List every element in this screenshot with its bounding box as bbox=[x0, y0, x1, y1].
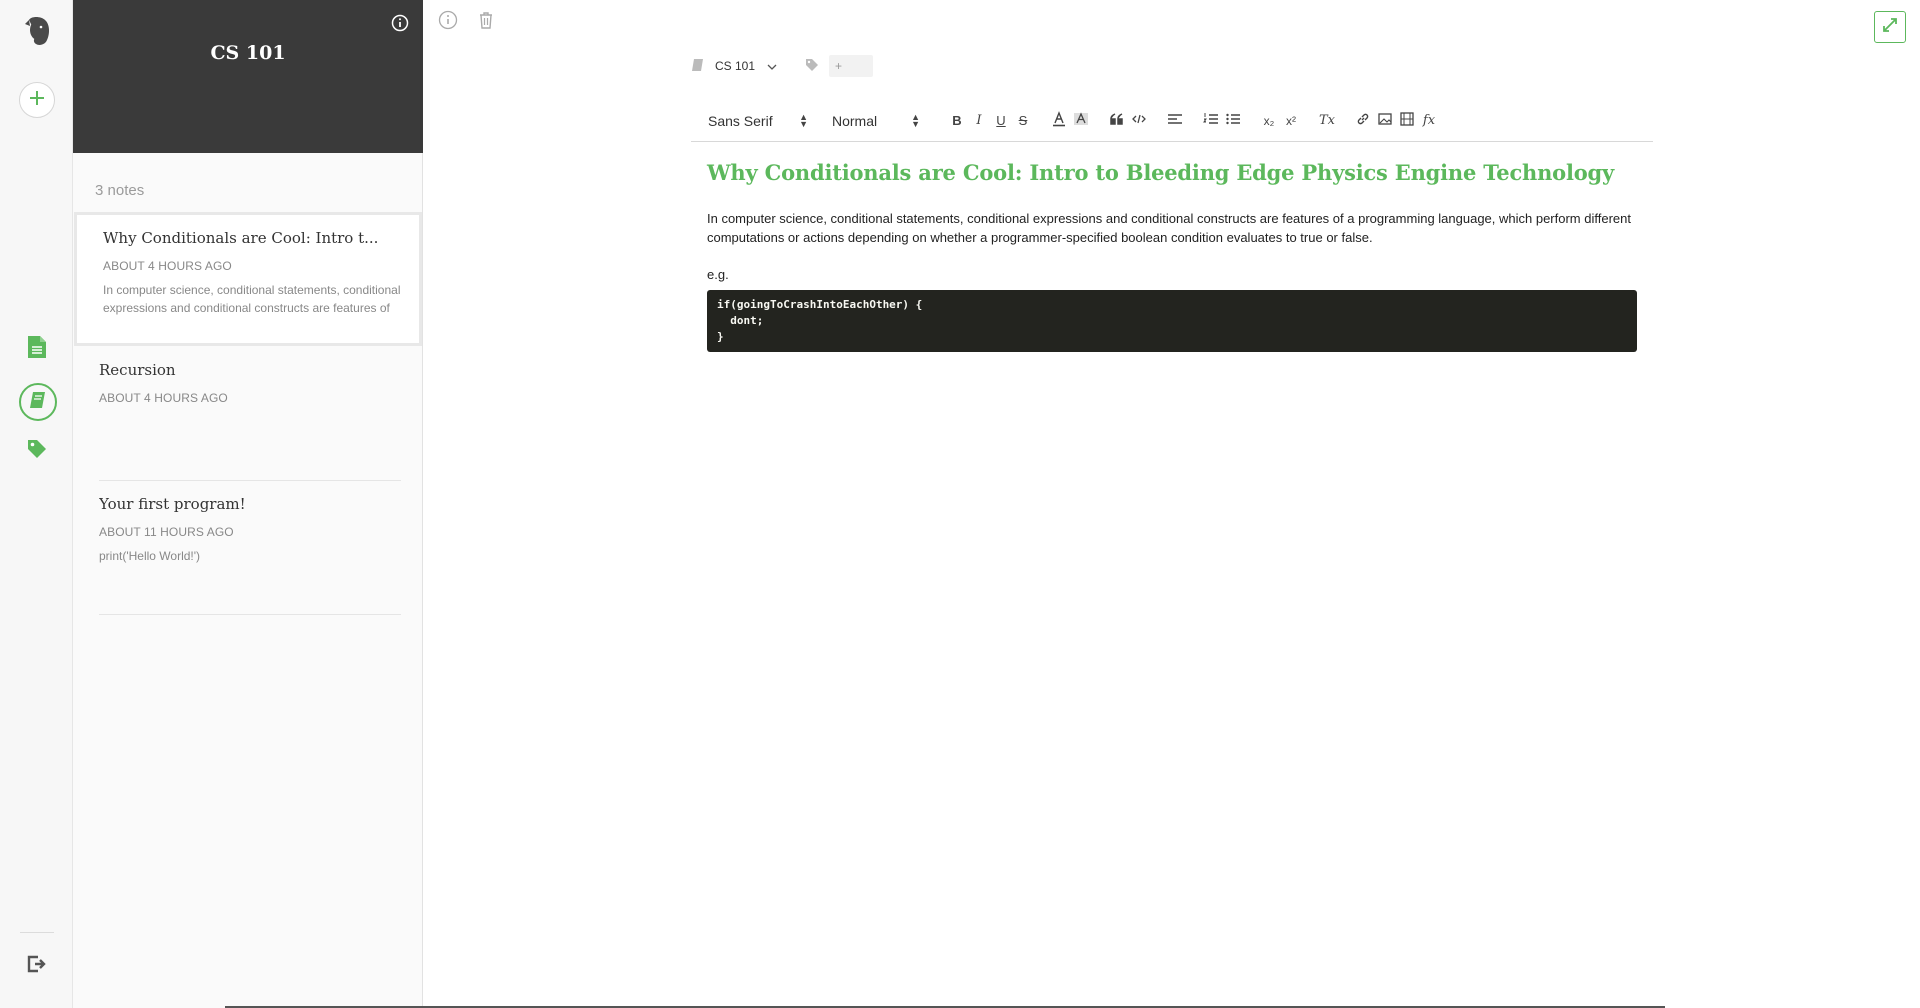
note-title: Your first program! bbox=[99, 495, 246, 513]
ordered-list-icon bbox=[1203, 112, 1219, 129]
delete-note-button[interactable] bbox=[476, 11, 496, 34]
background-color-button[interactable] bbox=[1070, 110, 1092, 132]
note-list-item[interactable]: Why Conditionals are Cool: Intro t... AB… bbox=[74, 212, 422, 346]
notebook-title: CS 101 bbox=[210, 42, 286, 64]
link-icon bbox=[1356, 112, 1370, 129]
note-heading: Why Conditionals are Cool: Intro to Blee… bbox=[707, 160, 1615, 185]
trash-icon bbox=[478, 11, 494, 34]
bullet-list-icon bbox=[1225, 112, 1241, 129]
add-tag-input[interactable]: + bbox=[829, 55, 874, 77]
font-size-select[interactable]: Normal ▲ ▼ bbox=[832, 111, 920, 129]
note-eg-text: e.g. bbox=[707, 267, 729, 282]
text-color-button[interactable] bbox=[1048, 110, 1070, 132]
notes-panel: CS 101 3 notes Why Conditionals are Cool… bbox=[73, 0, 423, 1008]
note-list-item[interactable]: Recursion ABOUT 4 HOURS AGO bbox=[73, 347, 423, 481]
underline-button[interactable]: U bbox=[990, 110, 1012, 132]
text-color-icon bbox=[1051, 111, 1067, 130]
superscript-button[interactable]: x² bbox=[1280, 110, 1302, 132]
formula-button[interactable]: fx bbox=[1418, 110, 1440, 132]
bold-button[interactable]: B bbox=[946, 110, 968, 132]
note-editor[interactable]: Why Conditionals are Cool: Intro to Blee… bbox=[707, 160, 1637, 352]
image-icon bbox=[1378, 113, 1392, 128]
align-button[interactable] bbox=[1164, 110, 1186, 132]
note-meta-row: CS 101 + bbox=[691, 55, 874, 77]
note-separator bbox=[99, 614, 401, 615]
note-date: ABOUT 11 HOURS AGO bbox=[99, 525, 234, 539]
note-title: Why Conditionals are Cool: Intro t... bbox=[103, 229, 379, 247]
clear-format-button[interactable]: Tx bbox=[1316, 110, 1338, 132]
nav-tags-button[interactable] bbox=[22, 436, 52, 466]
notebook-header: CS 101 bbox=[73, 0, 423, 153]
formatting-toolbar: Sans Serif ▲ ▼ Normal ▲ ▼ B I U S x₂ x² … bbox=[691, 100, 1653, 142]
note-date: ABOUT 4 HOURS AGO bbox=[103, 259, 232, 273]
nav-notebooks-button[interactable] bbox=[19, 383, 57, 421]
note-count: 3 notes bbox=[95, 182, 145, 199]
nav-notes-button[interactable] bbox=[22, 334, 52, 364]
expand-icon bbox=[1881, 16, 1899, 39]
subscript-button[interactable]: x₂ bbox=[1258, 110, 1280, 132]
font-family-select[interactable]: Sans Serif ▲ ▼ bbox=[708, 111, 808, 129]
notebook-icon bbox=[28, 390, 48, 415]
code-icon bbox=[1132, 113, 1146, 128]
font-family-value: Sans Serif bbox=[708, 112, 773, 129]
select-arrows-icon: ▲ ▼ bbox=[799, 111, 808, 129]
left-rail bbox=[0, 0, 73, 1008]
quote-icon bbox=[1110, 113, 1124, 128]
video-icon bbox=[1400, 112, 1414, 129]
notebook-icon bbox=[691, 58, 705, 75]
align-left-icon bbox=[1167, 112, 1183, 129]
plus-icon bbox=[28, 89, 46, 112]
note-list-item[interactable]: Your first program! ABOUT 11 HOURS AGO p… bbox=[73, 481, 423, 615]
info-icon bbox=[438, 10, 458, 35]
chevron-down-icon bbox=[767, 59, 777, 73]
select-arrows-icon: ▲ ▼ bbox=[911, 111, 920, 129]
sign-out-icon bbox=[27, 955, 47, 978]
notebook-info-button[interactable] bbox=[391, 14, 409, 32]
note-snippet: print('Hello World!') bbox=[99, 549, 201, 563]
note-snippet: In computer science, conditional stateme… bbox=[103, 283, 401, 315]
rail-divider bbox=[20, 932, 54, 933]
note-paragraph: In computer science, conditional stateme… bbox=[707, 211, 1631, 245]
note-document-icon bbox=[27, 335, 47, 364]
note-info-button[interactable] bbox=[438, 10, 458, 35]
code-button[interactable] bbox=[1128, 110, 1150, 132]
fullscreen-button[interactable] bbox=[1874, 11, 1906, 43]
code-block: if(goingToCrashIntoEachOther) { dont; } bbox=[707, 290, 1637, 352]
font-size-value: Normal bbox=[832, 112, 878, 129]
note-date: ABOUT 4 HOURS AGO bbox=[99, 391, 228, 405]
add-note-button[interactable] bbox=[19, 82, 55, 118]
image-button[interactable] bbox=[1374, 110, 1396, 132]
note-title: Recursion bbox=[99, 361, 176, 379]
strike-button[interactable]: S bbox=[1012, 110, 1034, 132]
notebook-selector[interactable]: CS 101 bbox=[691, 58, 777, 75]
notebook-selector-label: CS 101 bbox=[715, 59, 756, 73]
blockquote-button[interactable] bbox=[1106, 110, 1128, 132]
italic-button[interactable]: I bbox=[968, 110, 990, 132]
bullet-list-button[interactable] bbox=[1222, 110, 1244, 132]
elephant-logo-icon[interactable] bbox=[21, 14, 53, 48]
tag-icon bbox=[805, 58, 819, 75]
sign-out-button[interactable] bbox=[24, 953, 50, 979]
video-button[interactable] bbox=[1396, 110, 1418, 132]
link-button[interactable] bbox=[1352, 110, 1374, 132]
note-actions bbox=[438, 10, 496, 35]
background-color-icon bbox=[1073, 111, 1089, 130]
ordered-list-button[interactable] bbox=[1200, 110, 1222, 132]
tag-icon bbox=[27, 439, 47, 464]
info-icon bbox=[391, 14, 409, 36]
